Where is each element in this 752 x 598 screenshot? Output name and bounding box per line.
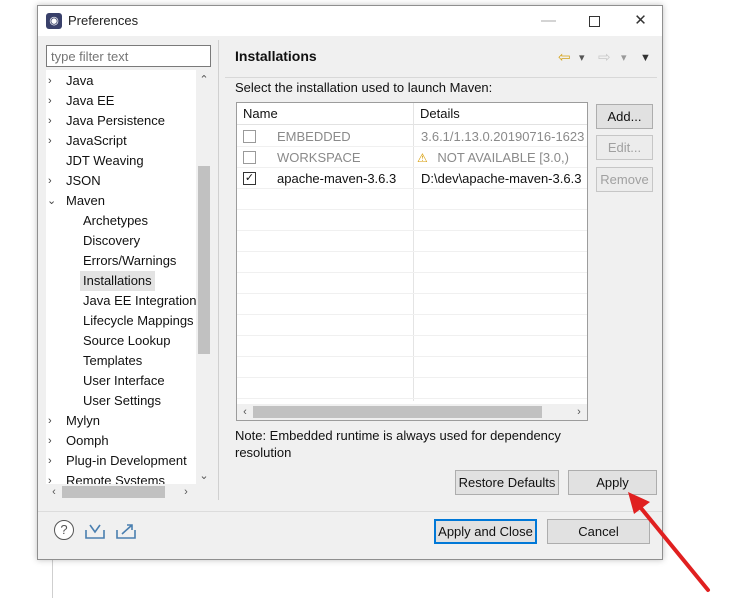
tree-item-user-interface[interactable]: User Interface xyxy=(83,371,165,391)
row-checkbox[interactable] xyxy=(243,130,256,143)
red-annotation-arrow xyxy=(628,492,710,592)
view-menu-icon[interactable]: ▼ xyxy=(640,48,651,68)
table-hscroll-thumb[interactable] xyxy=(253,406,542,418)
embedded-runtime-note: Note: Embedded runtime is always used fo… xyxy=(235,428,561,460)
apply-and-close-button[interactable]: Apply and Close xyxy=(434,519,537,544)
minimize-button[interactable]: — xyxy=(526,6,571,36)
table-row-empty xyxy=(237,231,587,252)
table-row[interactable]: EMBEDDED 3.6.1/1.13.0.20190716-1623 xyxy=(237,126,587,147)
scroll-left-icon[interactable]: ‹ xyxy=(46,484,62,500)
tree-item-label: JSON xyxy=(66,173,101,188)
help-icon[interactable]: ? xyxy=(54,520,74,540)
forward-icon[interactable]: ⇨ xyxy=(598,48,611,68)
pane-divider[interactable] xyxy=(218,40,219,500)
preferences-dialog: ◉ Preferences — ✕ › Java › Java EE › Jav… xyxy=(37,5,663,560)
warning-icon: ⚠ xyxy=(417,151,428,165)
preferences-tree: › Java › Java EE › Java Persistence › Ja… xyxy=(46,70,212,484)
scroll-down-icon[interactable]: ⌄ xyxy=(196,468,212,484)
scroll-left-icon[interactable]: ‹ xyxy=(237,404,253,420)
scroll-up-icon[interactable]: ⌃ xyxy=(196,72,212,88)
tree-item-discovery[interactable]: Discovery xyxy=(83,231,140,251)
scroll-right-icon[interactable]: › xyxy=(178,484,194,500)
expand-arrow-icon[interactable]: › xyxy=(48,111,60,131)
expand-arrow-icon[interactable]: › xyxy=(48,91,60,111)
maximize-icon xyxy=(589,15,600,27)
back-dropdown-icon[interactable]: ▾ xyxy=(579,48,585,68)
table-row-empty xyxy=(237,378,587,399)
tree-item-source-lookup[interactable]: Source Lookup xyxy=(83,331,170,351)
edit-button[interactable]: Edit... xyxy=(596,135,653,160)
eclipse-app-icon: ◉ xyxy=(46,13,62,29)
column-header-details[interactable]: Details xyxy=(413,103,587,125)
filter-input[interactable] xyxy=(46,45,211,67)
scroll-right-icon[interactable]: › xyxy=(571,404,587,420)
remove-button[interactable]: Remove xyxy=(596,167,653,192)
import-icon[interactable] xyxy=(84,522,106,540)
expand-arrow-icon[interactable]: › xyxy=(48,131,60,151)
tree-scroll-thumb[interactable] xyxy=(198,166,210,354)
table-row[interactable]: WORKSPACE ⚠ NOT AVAILABLE [3.0,) xyxy=(237,147,587,168)
row-details: ⚠ NOT AVAILABLE [3.0,) xyxy=(417,150,569,165)
background-divider xyxy=(52,558,53,598)
expand-arrow-icon[interactable]: › xyxy=(48,431,60,451)
footer-separator xyxy=(38,511,662,512)
restore-defaults-button[interactable]: Restore Defaults xyxy=(455,470,559,495)
tree-item-label: Maven xyxy=(66,193,106,208)
tree-item-label: Java Persistence xyxy=(66,113,165,128)
tree-item-label: Java EE xyxy=(66,93,115,108)
tree-item-templates[interactable]: Templates xyxy=(83,351,142,371)
tree-item-errors-warnings[interactable]: Errors/Warnings xyxy=(83,251,176,271)
tree-item-label: Remote Systems xyxy=(66,473,165,484)
page-title: Installations xyxy=(235,48,317,64)
row-details: D:\dev\apache-maven-3.6.3 xyxy=(421,171,582,186)
tree-item-label: Plug-in Development xyxy=(66,453,187,468)
add-button[interactable]: Add... xyxy=(596,104,653,129)
expand-arrow-icon[interactable]: › xyxy=(48,471,60,484)
row-name: WORKSPACE xyxy=(277,150,361,165)
table-row-empty xyxy=(237,210,587,231)
row-name: EMBEDDED xyxy=(277,129,351,144)
installation-prompt: Select the installation used to launch M… xyxy=(235,80,493,95)
tree-item-label: JDT Weaving xyxy=(66,153,144,168)
window-title: Preferences xyxy=(68,13,139,28)
tree-item-java-ee-integration[interactable]: Java EE Integration xyxy=(83,291,196,311)
tree-item-label: Oomph xyxy=(66,433,109,448)
close-button[interactable]: ✕ xyxy=(618,6,663,36)
back-icon[interactable]: ⇦ xyxy=(558,48,571,68)
installations-table: Name Details EMBEDDED 3.6.1/1.13.0.20190… xyxy=(236,102,588,421)
tree-item-label: Mylyn xyxy=(66,413,100,428)
tree-item-archetypes[interactable]: Archetypes xyxy=(83,211,148,231)
table-row-empty xyxy=(237,273,587,294)
collapse-arrow-icon[interactable]: ⌄ xyxy=(47,191,59,211)
row-name: apache-maven-3.6.3 xyxy=(277,171,397,186)
expand-arrow-icon[interactable]: › xyxy=(48,171,60,191)
row-checkbox[interactable] xyxy=(243,151,256,164)
row-details: 3.6.1/1.13.0.20190716-1623 xyxy=(421,129,585,144)
column-header-name[interactable]: Name xyxy=(237,103,413,125)
table-row[interactable]: ✓ apache-maven-3.6.3 D:\dev\apache-maven… xyxy=(237,168,587,189)
tree-item-label: Java xyxy=(66,73,94,88)
title-bar: ◉ Preferences — ✕ xyxy=(38,6,662,36)
expand-arrow-icon[interactable]: › xyxy=(48,451,60,471)
table-row-empty xyxy=(237,315,587,336)
tree-item-label: JavaScript xyxy=(66,133,127,148)
table-row-empty xyxy=(237,294,587,315)
table-row-empty xyxy=(237,357,587,378)
tree-item-lifecycle-mappings[interactable]: Lifecycle Mappings xyxy=(83,311,194,331)
table-row-empty xyxy=(237,336,587,357)
table-row-empty xyxy=(237,189,587,210)
expand-arrow-icon[interactable]: › xyxy=(48,411,60,431)
tree-hscroll-thumb[interactable] xyxy=(62,486,165,498)
export-icon[interactable] xyxy=(115,522,137,540)
tree-item-user-settings[interactable]: User Settings xyxy=(83,391,161,411)
table-row-empty xyxy=(237,252,587,273)
forward-dropdown-icon[interactable]: ▾ xyxy=(621,48,627,68)
row-checkbox-checked[interactable]: ✓ xyxy=(243,172,256,185)
expand-arrow-icon[interactable]: › xyxy=(48,71,60,91)
maximize-button[interactable] xyxy=(572,6,617,36)
tree-item-installations[interactable]: Installations xyxy=(80,271,155,291)
row-details-text: NOT AVAILABLE [3.0,) xyxy=(437,150,569,165)
